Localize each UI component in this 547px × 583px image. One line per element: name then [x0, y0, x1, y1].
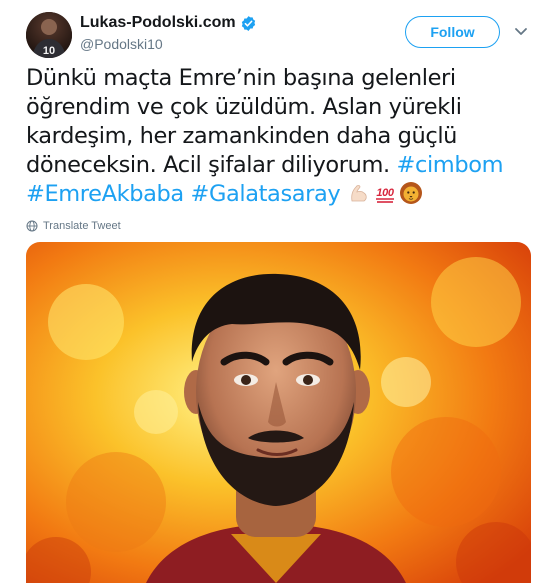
author-display-name[interactable]: Lukas-Podolski.com [80, 14, 236, 32]
flexed-biceps-emoji [347, 181, 371, 205]
hashtag-link[interactable]: #EmreAkbaba [26, 181, 184, 207]
tweet-text-line: döneceksin. Acil şifalar diliyorum. #cim… [26, 151, 536, 180]
tweet-text-line: kardeşim, her zamankinden daha güçlü [26, 122, 536, 151]
tweet-text-line: #EmreAkbaba #Galatasaray 100 [26, 180, 536, 209]
tweet-text-segment [340, 181, 347, 207]
avatar-jersey-number: 10 [43, 45, 55, 57]
tweet-card: 10 Lukas-Podolski.com @Podolski10 Follow… [0, 0, 547, 583]
hashtag-link[interactable]: #Galatasaray [191, 181, 341, 207]
tweet-text-line: Dünkü maçta Emre’nin başına gelenleri [26, 64, 536, 93]
tweet-text-segment: döneceksin. Acil şifalar diliyorum. [26, 152, 397, 178]
avatar[interactable]: 10 [26, 12, 72, 58]
player-illustration [26, 242, 531, 583]
tweet-media-image[interactable] [26, 242, 531, 583]
avatar-image: 10 [26, 12, 72, 58]
tweet-text-segment: öğrendim ve çok üzüldüm. Aslan yürekli [26, 94, 462, 120]
tweet-text-segment [184, 181, 191, 207]
svg-text:100: 100 [377, 187, 395, 199]
tweet-text-line: öğrendim ve çok üzüldüm. Aslan yürekli [26, 93, 536, 122]
author-name-row[interactable]: Lukas-Podolski.com [80, 12, 257, 34]
chevron-down-icon[interactable] [512, 22, 530, 40]
author-handle[interactable]: @Podolski10 [80, 36, 163, 52]
verified-badge-icon [240, 15, 257, 32]
hundred-points-emoji: 100 [373, 181, 397, 205]
tweet-text: Dünkü maçta Emre’nin başına gelenleri öğr… [26, 64, 536, 209]
follow-button[interactable]: Follow [405, 16, 500, 48]
translate-tweet[interactable]: Translate Tweet [26, 218, 121, 234]
translate-tweet-link[interactable]: Translate Tweet [43, 220, 121, 232]
tweet-text-segment: kardeşim, her zamankinden daha güçlü [26, 123, 458, 149]
tweet-text-segment: Dünkü maçta Emre’nin başına gelenleri [26, 65, 456, 91]
lion-face-emoji [399, 181, 423, 205]
globe-icon [26, 220, 38, 232]
hashtag-link[interactable]: #cimbom [397, 152, 504, 178]
